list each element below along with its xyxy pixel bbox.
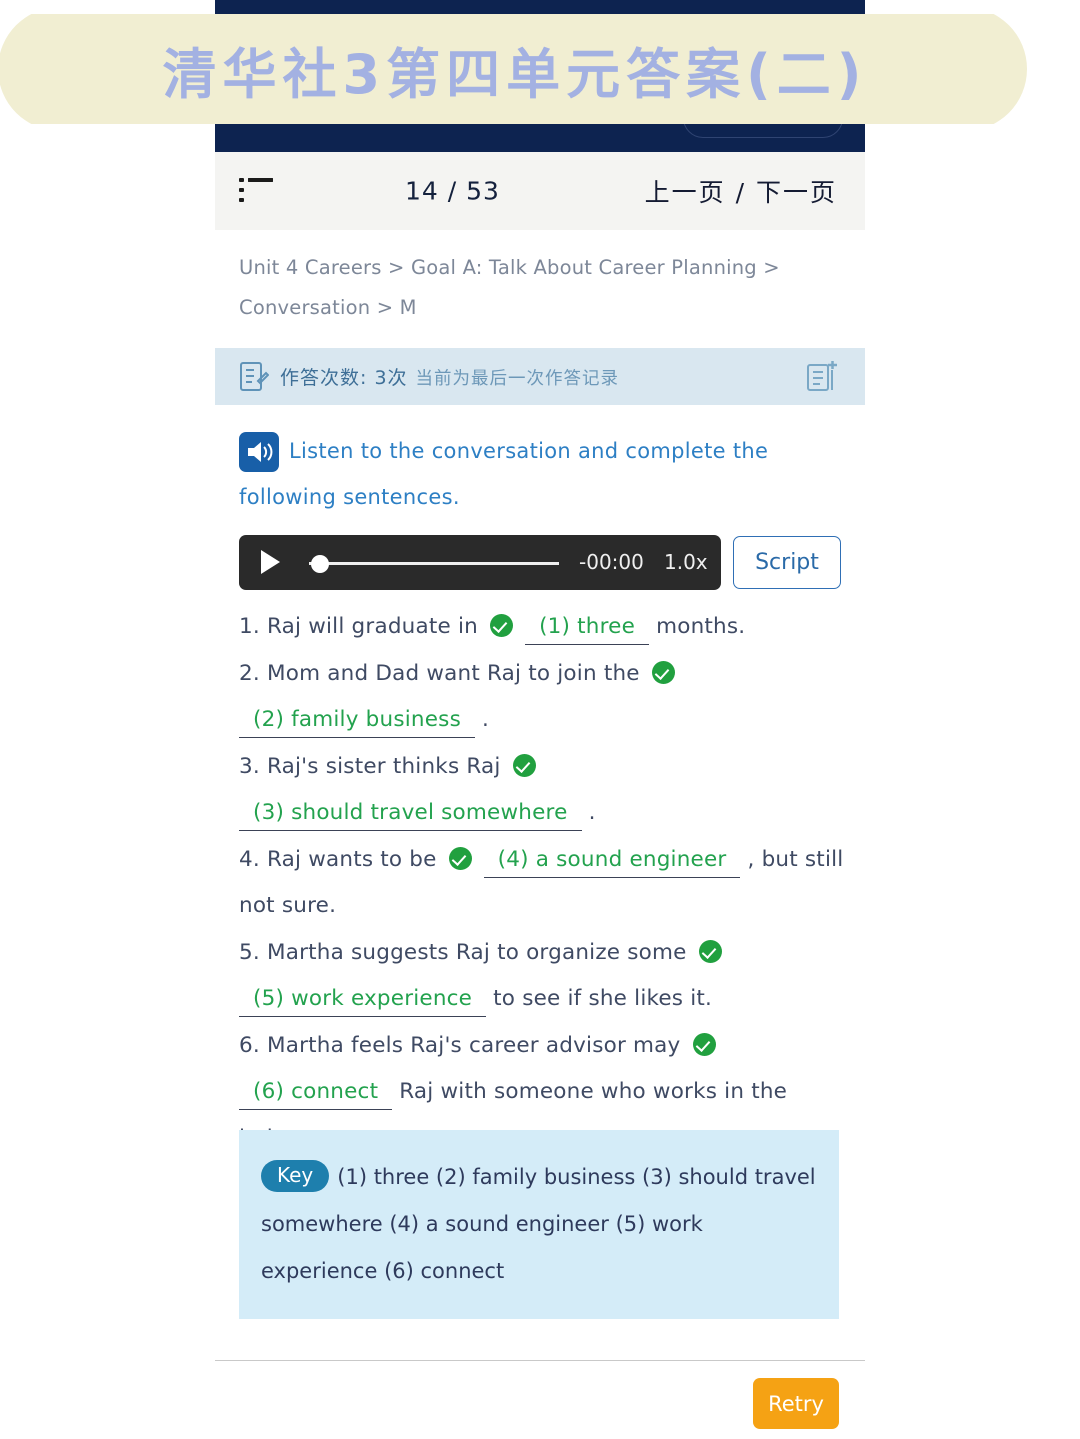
question-number: 1. [239, 614, 260, 639]
attempt-info-text: 作答次数: 3次 当前为最后一次作答记录 [280, 363, 619, 390]
script-button[interactable]: Script [733, 535, 841, 589]
question-number: 3. [239, 753, 260, 779]
prev-next-page-link[interactable]: 上一页 / 下一页 [645, 173, 837, 209]
question-item: 4. Raj wants to be (4) a sound engineer … [239, 837, 859, 930]
question-item: 2. Mom and Dad want Raj to join the (2) … [239, 651, 859, 744]
instruction-text: Listen to the conversation and complete … [239, 439, 769, 509]
footer-divider [215, 1360, 865, 1361]
correct-check-icon [651, 660, 675, 684]
question-number: 5. [239, 939, 260, 965]
question-item: 1. Raj will graduate in (1) three months… [239, 604, 859, 651]
overlay-title-text: 清华社3第四单元答案(二) [162, 42, 868, 106]
breadcrumb[interactable]: Unit 4 Careers > Goal A: Talk About Care… [239, 248, 839, 328]
question-item: 5. Martha suggests Raj to organize some … [239, 930, 859, 1023]
screenshot-root: 14 / 53 上一页 / 下一页 Unit 4 Careers > Goal … [0, 0, 1080, 1439]
question-text-before: Raj will graduate in [266, 614, 478, 639]
question-text-after: . [588, 800, 596, 825]
question-text-after: to see if she likes it. [493, 986, 713, 1011]
question-text-before: Raj's sister thinks Raj [266, 753, 501, 779]
overlay-title-banner: 清华社3第四单元答案(二) [0, 14, 1030, 124]
question-text-before: Mom and Dad want Raj to join the [266, 660, 640, 686]
audio-rate-button[interactable]: 1.0x [664, 550, 708, 574]
answer-key-panel: Key (1) three (2) family business (3) sho… [239, 1130, 839, 1319]
question-text-after: . [482, 707, 490, 732]
question-number: 2. [239, 660, 260, 686]
attempt-info-bar: 作答次数: 3次 当前为最后一次作答记录 [215, 348, 865, 405]
correct-check-icon [698, 939, 722, 963]
add-note-icon[interactable] [806, 360, 839, 394]
question-text-before: Raj wants to be [266, 846, 437, 872]
pager-toolbar: 14 / 53 上一页 / 下一页 [215, 152, 865, 230]
question-number: 4. [239, 846, 260, 872]
question-item: 3. Raj's sister thinks Raj (3) should tr… [239, 744, 859, 837]
answer-blank[interactable]: (5) work experience [239, 983, 487, 1017]
answer-blank[interactable]: (1) three [525, 611, 650, 645]
key-answers-text: (1) three (2) family business (3) should… [261, 1165, 816, 1283]
question-text-before: Martha feels Raj's career advisor may [266, 1032, 681, 1058]
correct-check-icon [490, 614, 514, 637]
audio-player-row: -00:00 1.0x Script [239, 534, 841, 590]
list-menu-icon[interactable] [239, 178, 273, 204]
mobile-app-screenshot: 14 / 53 上一页 / 下一页 Unit 4 Careers > Goal … [215, 0, 865, 1439]
page-count-label: 14 / 53 [405, 176, 500, 206]
audio-progress-track[interactable] [309, 561, 559, 565]
speaker-icon[interactable] [239, 432, 279, 472]
answer-blank[interactable]: (2) family business [239, 704, 475, 738]
answer-blank[interactable]: (6) connect [239, 1076, 393, 1110]
key-badge: Key [261, 1160, 330, 1192]
question-text-after: months. [656, 614, 746, 639]
correct-check-icon [512, 753, 536, 777]
correct-check-icon [448, 846, 472, 870]
attempt-count-label: 作答次数: 3次 [280, 367, 408, 389]
question-list: 1. Raj will graduate in (1) three months… [239, 604, 859, 1162]
audio-player[interactable]: -00:00 1.0x [239, 534, 721, 590]
correct-check-icon [692, 1032, 716, 1056]
play-icon[interactable] [261, 550, 280, 574]
instruction-block: Listen to the conversation and complete … [239, 428, 839, 520]
document-edit-icon [240, 361, 269, 391]
attempt-note-label: 当前为最后一次作答记录 [415, 369, 620, 389]
retry-button[interactable]: Retry [753, 1378, 839, 1429]
audio-progress-knob[interactable] [311, 554, 329, 573]
question-number: 6. [239, 1032, 260, 1058]
question-text-before: Martha suggests Raj to organize some [266, 939, 687, 965]
answer-blank[interactable]: (4) a sound engineer [483, 844, 741, 878]
answer-blank[interactable]: (3) should travel somewhere [239, 797, 582, 831]
audio-time-label: -00:00 [579, 550, 644, 574]
